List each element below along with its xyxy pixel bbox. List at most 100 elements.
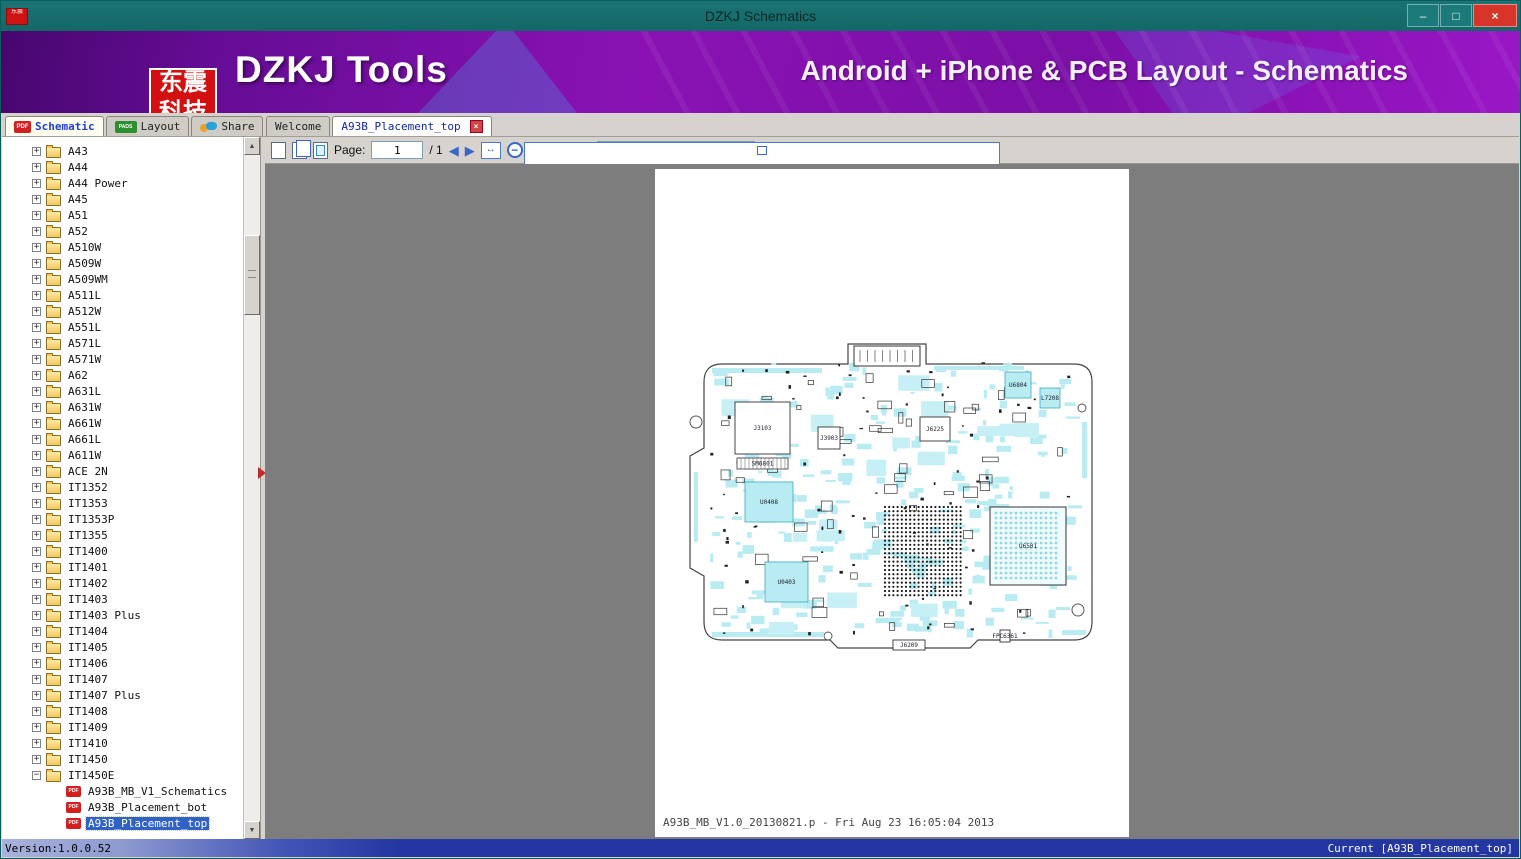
expand-toggle-icon[interactable]: + xyxy=(32,674,41,684)
tree-item-it1353[interactable]: + IT1353 xyxy=(20,495,243,511)
zoom-out-button[interactable]: − xyxy=(506,142,523,158)
tree-item-it1403-plus[interactable]: + IT1403 Plus xyxy=(20,607,243,623)
expand-toggle-icon[interactable]: + xyxy=(32,642,41,652)
tree-item-a93b-mb-v1-schematics[interactable]: PDF A93B_MB_V1_Schematics xyxy=(20,783,243,799)
tree-item-a45[interactable]: + A45 xyxy=(20,191,243,207)
expand-toggle-icon[interactable]: + xyxy=(32,386,41,396)
tree-item-a510w[interactable]: + A510W xyxy=(20,239,243,255)
expand-toggle-icon[interactable]: + xyxy=(32,514,41,524)
tree-item-it1400[interactable]: + IT1400 xyxy=(20,543,243,559)
next-page-button[interactable]: ▶ xyxy=(465,144,475,157)
tree-item-a631w[interactable]: + A631W xyxy=(20,399,243,415)
tree-item-a511l[interactable]: + A511L xyxy=(20,287,243,303)
snapshot-icon[interactable] xyxy=(313,141,328,159)
tree-item-it1402[interactable]: + IT1402 xyxy=(20,575,243,591)
tab-share[interactable]: Share xyxy=(191,116,264,136)
tab-schematic[interactable]: PDF Schematic xyxy=(5,116,104,136)
expand-toggle-icon[interactable]: + xyxy=(32,226,41,236)
tree-item-it1405[interactable]: + IT1405 xyxy=(20,639,243,655)
close-tab-icon[interactable]: × xyxy=(469,120,483,133)
minimize-button[interactable]: – xyxy=(1407,4,1439,27)
expand-toggle-icon[interactable]: + xyxy=(32,450,41,460)
tree-item-it1407[interactable]: + IT1407 xyxy=(20,671,243,687)
expand-toggle-icon[interactable]: + xyxy=(32,418,41,428)
expand-toggle-icon[interactable]: + xyxy=(32,306,41,316)
doc-tab-a93b-placement-top[interactable]: A93B_Placement_top × xyxy=(332,116,492,136)
expand-toggle-icon[interactable]: + xyxy=(32,482,41,492)
single-page-icon[interactable] xyxy=(271,141,286,159)
tree-item-it1408[interactable]: + IT1408 xyxy=(20,703,243,719)
expand-toggle-icon[interactable]: + xyxy=(32,466,41,476)
expand-toggle-icon[interactable]: + xyxy=(32,402,41,412)
expand-toggle-icon[interactable]: + xyxy=(32,754,41,764)
expand-toggle-icon[interactable]: + xyxy=(32,690,41,700)
expand-toggle-icon[interactable]: + xyxy=(32,242,41,252)
expand-toggle-icon[interactable]: + xyxy=(32,258,41,268)
tree-item-it1410[interactable]: + IT1410 xyxy=(20,735,243,751)
tree-item-it1409[interactable]: + IT1409 xyxy=(20,719,243,735)
facing-pages-icon[interactable] xyxy=(292,139,311,159)
expand-toggle-icon[interactable]: + xyxy=(32,370,41,380)
expand-toggle-icon[interactable]: + xyxy=(32,610,41,620)
tree-item-a44-power[interactable]: + A44 Power xyxy=(20,175,243,191)
scroll-up-button[interactable]: ▲ xyxy=(244,137,260,155)
prev-page-button[interactable]: ◀ xyxy=(449,144,459,157)
expand-toggle-icon[interactable]: + xyxy=(32,290,41,300)
expand-toggle-icon[interactable]: + xyxy=(32,194,41,204)
expand-toggle-icon[interactable]: + xyxy=(32,322,41,332)
expand-toggle-icon[interactable]: + xyxy=(32,146,41,156)
tree-item-it1407-plus[interactable]: + IT1407 Plus xyxy=(20,687,243,703)
expand-toggle-icon[interactable]: + xyxy=(32,578,41,588)
tree-item-a571l[interactable]: + A571L xyxy=(20,335,243,351)
tree-item-a44[interactable]: + A44 xyxy=(20,159,243,175)
pdf-viewer[interactable]: J3103 SM6801 U0408 U0403 U6501 U6804 L7208 J622… xyxy=(265,164,1519,839)
expand-toggle-icon[interactable]: + xyxy=(32,434,41,444)
scroll-down-button[interactable]: ▼ xyxy=(244,821,260,839)
close-button[interactable]: × xyxy=(1473,4,1517,27)
tree-item-a43[interactable]: + A43 xyxy=(20,143,243,159)
expand-toggle-icon[interactable]: + xyxy=(32,562,41,572)
tree-item-it1404[interactable]: + IT1404 xyxy=(20,623,243,639)
tree-item-a509wm[interactable]: + A509WM xyxy=(20,271,243,287)
tab-layout[interactable]: PADS Layout xyxy=(105,116,190,136)
fit-width-icon[interactable]: ↔ xyxy=(480,141,501,159)
tree-item-a93b-placement-bot[interactable]: PDF A93B_Placement_bot xyxy=(20,799,243,815)
page-input[interactable] xyxy=(371,141,424,159)
tree-item-a93b-placement-top[interactable]: PDF A93B_Placement_top xyxy=(20,815,243,831)
tree-item-it1352[interactable]: + IT1352 xyxy=(20,479,243,495)
tree-item-it1403[interactable]: + IT1403 xyxy=(20,591,243,607)
expand-toggle-icon[interactable]: + xyxy=(32,354,41,364)
maximize-button[interactable]: □ xyxy=(1440,4,1472,27)
tree-item-it1355[interactable]: + IT1355 xyxy=(20,527,243,543)
expand-toggle-icon[interactable]: + xyxy=(32,178,41,188)
expand-toggle-icon[interactable]: + xyxy=(32,658,41,668)
tree-item-a551l[interactable]: + A551L xyxy=(20,319,243,335)
tree-item-it1450e[interactable]: − IT1450E xyxy=(20,767,243,783)
tree-item-a51[interactable]: + A51 xyxy=(20,207,243,223)
tree-item-a631l[interactable]: + A631L xyxy=(20,383,243,399)
tree-item-a611w[interactable]: + A611W xyxy=(20,447,243,463)
tree-item-it1406[interactable]: + IT1406 xyxy=(20,655,243,671)
expand-toggle-icon[interactable]: + xyxy=(32,338,41,348)
tree-item-ace-2n[interactable]: + ACE 2N xyxy=(20,463,243,479)
expand-toggle-icon[interactable]: + xyxy=(32,210,41,220)
scrollbar-thumb[interactable] xyxy=(244,235,260,315)
tree-item-a52[interactable]: + A52 xyxy=(20,223,243,239)
tree-item-it1450[interactable]: + IT1450 xyxy=(20,751,243,767)
expand-toggle-icon[interactable]: − xyxy=(32,770,41,780)
tree-item-a509w[interactable]: + A509W xyxy=(20,255,243,271)
expand-toggle-icon[interactable]: + xyxy=(32,594,41,604)
tree-item-it1353p[interactable]: + IT1353P xyxy=(20,511,243,527)
expand-toggle-icon[interactable]: + xyxy=(32,162,41,172)
expand-toggle-icon[interactable]: + xyxy=(32,738,41,748)
expand-toggle-icon[interactable]: + xyxy=(32,530,41,540)
tree-scrollbar[interactable]: ▲ ▼ xyxy=(243,137,260,839)
tree-item-a661w[interactable]: + A661W xyxy=(20,415,243,431)
tree-item-a62[interactable]: + A62 xyxy=(20,367,243,383)
tree-item-it1401[interactable]: + IT1401 xyxy=(20,559,243,575)
tree-item-a512w[interactable]: + A512W xyxy=(20,303,243,319)
expand-toggle-icon[interactable]: + xyxy=(32,498,41,508)
tree-item-a661l[interactable]: + A661L xyxy=(20,431,243,447)
expand-toggle-icon[interactable]: + xyxy=(32,274,41,284)
expand-toggle-icon[interactable]: + xyxy=(32,706,41,716)
